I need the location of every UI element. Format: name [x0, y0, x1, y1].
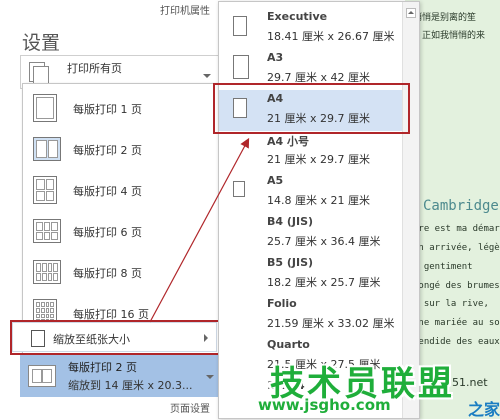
page-layout-1-icon: [33, 94, 57, 122]
pps-option-2[interactable]: 每版打印 2 页: [23, 129, 221, 170]
paper-size-name: A3: [267, 51, 284, 64]
paper-size-b4-jis[interactable]: B4 (JIS) 25.7 厘米 x 36.4 厘米: [219, 213, 403, 254]
paper-size-dims: 25.7 厘米 x 36.4 厘米: [267, 235, 381, 248]
chevron-down-icon: [203, 74, 211, 78]
scale-highlight-box: [10, 320, 222, 355]
paper-size-dims: 18.2 厘米 x 25.7 厘米: [267, 276, 381, 289]
paper-size-name: Folio: [267, 297, 297, 310]
a4-highlight-box: [213, 83, 410, 134]
pps-option-label: 每版打印 4 页: [73, 185, 142, 198]
pps-option-label: 每版打印 1 页: [73, 103, 142, 116]
settings-title: 设置: [22, 32, 61, 54]
doc-line: une mariée au sol: [413, 318, 500, 328]
doc-line: ，正如我悄悄的来: [413, 31, 486, 41]
page-layout-4-icon: [33, 176, 57, 204]
pps-option-label: 每版打印 2 页: [73, 144, 142, 157]
paper-size-dims: 21.59 厘米 x 33.02 厘米: [267, 317, 395, 330]
print-range-label: 打印所有页: [67, 62, 122, 75]
doc-line: 悄悄是别离的笙: [413, 13, 477, 23]
paper-size-name: Quarto: [267, 338, 310, 351]
watermark-url: www.jsgho.com: [258, 396, 391, 414]
pps-option-1[interactable]: 每版打印 1 页: [23, 88, 221, 129]
paper-size-a4-small[interactable]: A4 小号 21 厘米 x 29.7 厘米: [219, 131, 403, 172]
watermark-house: 之家: [468, 400, 500, 419]
doc-line: lendide des eaux: [413, 337, 500, 347]
page-layout-2-icon: [28, 365, 56, 387]
page-layout-8-icon: [33, 260, 61, 284]
paper-size-b5-jis[interactable]: B5 (JIS) 18.2 厘米 x 25.7 厘米: [219, 254, 403, 295]
doc-number-text: 51.net: [452, 376, 488, 389]
doc-heading: Cambridge: [423, 198, 499, 214]
printer-properties-link[interactable]: 打印机属性: [160, 2, 210, 17]
pps-option-6[interactable]: 每版打印 6 页: [23, 211, 221, 252]
paper-size-name: A5: [267, 174, 284, 187]
paper-size-dims: 14.8 厘米 x 21 厘米: [267, 194, 370, 207]
doc-line: on arrivée, légè: [413, 243, 500, 253]
pps-option-8[interactable]: 每版打印 8 页: [23, 252, 221, 293]
doc-line: e gentiment: [413, 262, 473, 272]
pps-option-label: 每版打印 6 页: [73, 226, 142, 239]
page-layout-2-icon: [33, 137, 61, 161]
doc-line: ère est ma démarc: [413, 224, 500, 234]
scroll-up-arrow-icon[interactable]: [406, 8, 416, 18]
doc-line: congé des brumes: [413, 281, 500, 291]
paper-size-name: A4 小号: [267, 135, 309, 148]
chevron-down-icon: [206, 375, 214, 379]
paper-page-icon: [233, 55, 249, 79]
pages-per-sheet-subtext: 缩放到 14 厘米 x 20.3...: [68, 379, 193, 392]
paper-size-dims: 18.41 厘米 x 26.67 厘米: [267, 30, 395, 43]
page-layout-6-icon: [33, 219, 61, 243]
paper-size-name: B5 (JIS): [267, 256, 314, 269]
paper-size-name: Executive: [267, 10, 328, 23]
pps-option-label: 每版打印 8 页: [73, 267, 142, 280]
doc-line: é sur la rive,: [413, 299, 489, 309]
paper-size-dims: 21 厘米 x 29.7 厘米: [267, 153, 370, 166]
pages-per-sheet-dropdown[interactable]: 每版打印 2 页 缩放到 14 厘米 x 20.3...: [20, 355, 220, 397]
pps-option-4[interactable]: 每版打印 4 页: [23, 170, 221, 211]
paper-size-executive[interactable]: Executive 18.41 厘米 x 26.67 厘米: [219, 8, 403, 49]
pages-per-sheet-current: 每版打印 2 页: [68, 361, 137, 374]
page-setup-link[interactable]: 页面设置: [170, 400, 210, 415]
paper-page-icon: [233, 16, 247, 36]
paper-size-folio[interactable]: Folio 21.59 厘米 x 33.02 厘米: [219, 295, 403, 336]
paper-size-a5[interactable]: A5 14.8 厘米 x 21 厘米: [219, 172, 403, 213]
paper-page-icon: [233, 181, 245, 197]
paper-size-name: B4 (JIS): [267, 215, 314, 228]
